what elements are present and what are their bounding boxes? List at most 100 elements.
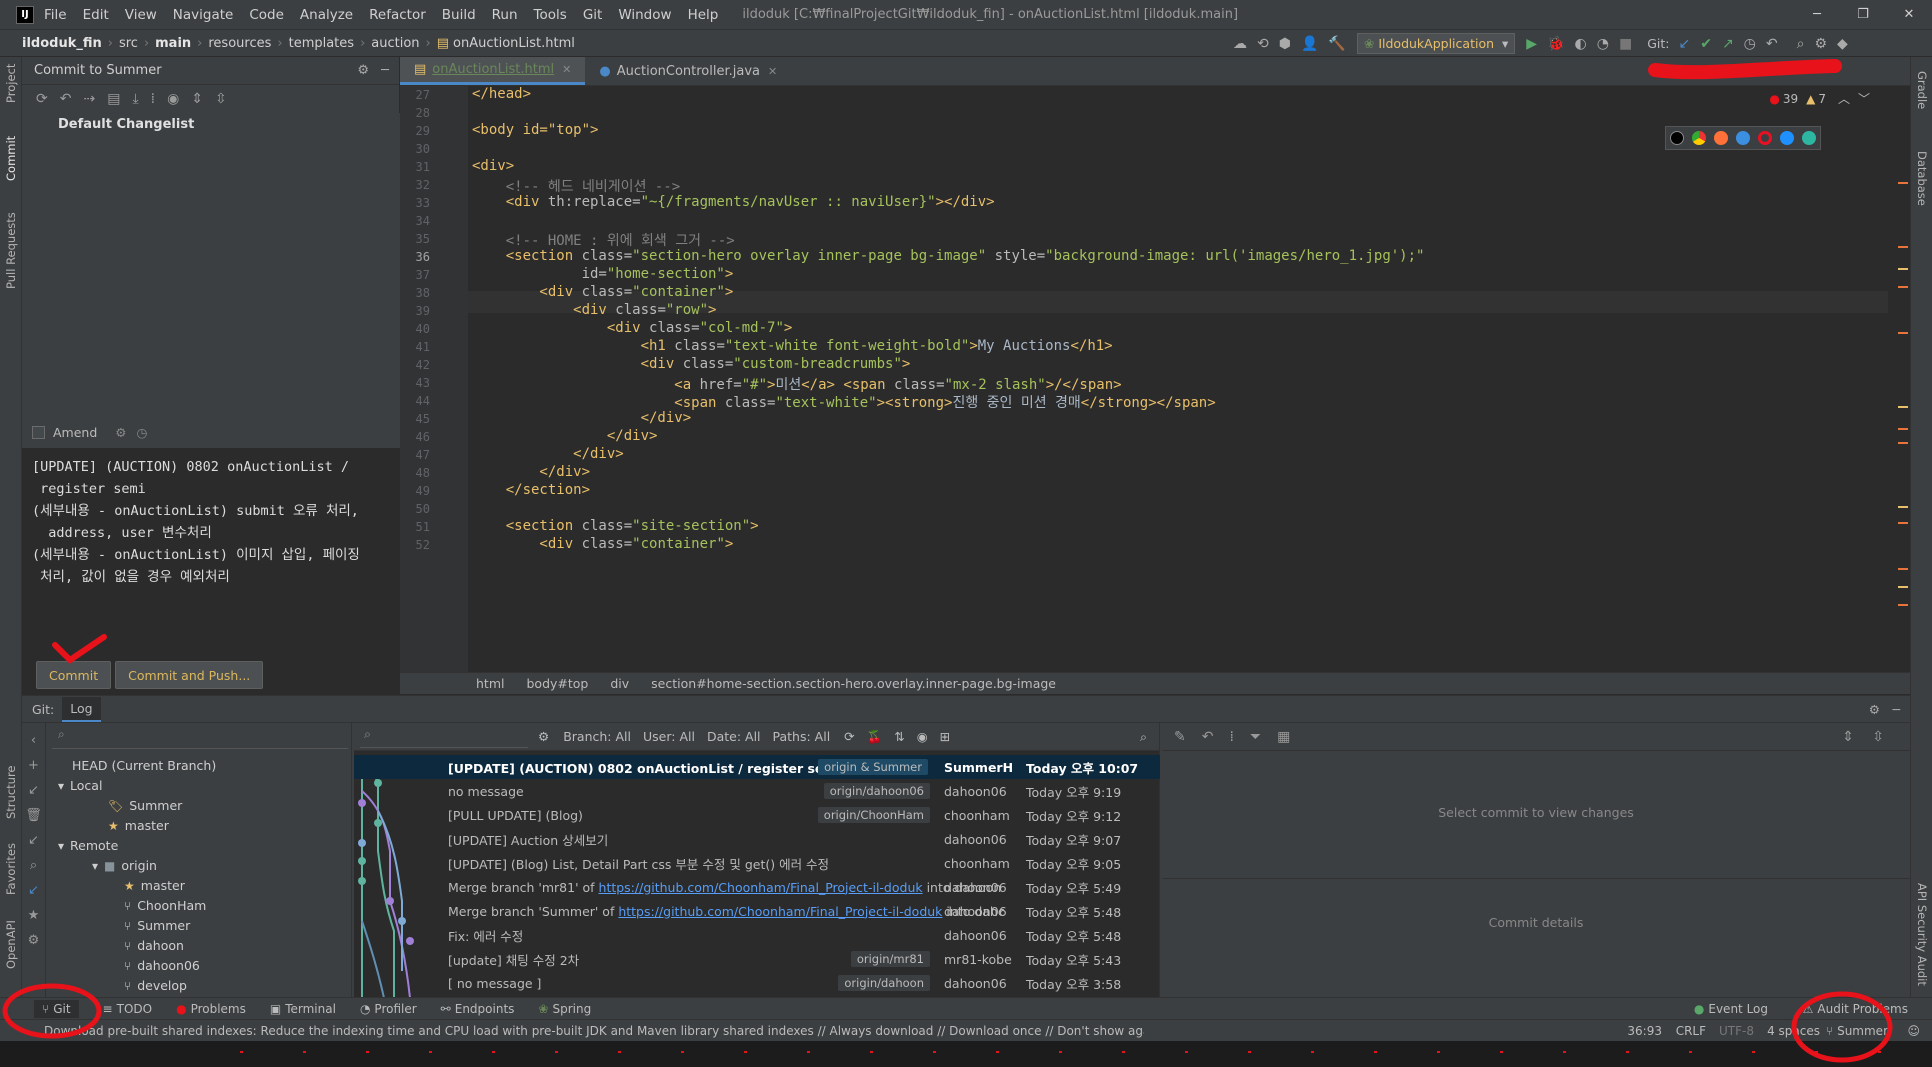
layout-icon[interactable]: ▦ [1277, 729, 1290, 745]
commit-icon[interactable]: ✔ [1700, 36, 1712, 52]
default-changelist[interactable]: Default Changelist [22, 113, 400, 132]
move-icon[interactable]: ⇢ [83, 91, 95, 107]
refresh-icon[interactable]: ⟳ [36, 91, 48, 107]
error-stripe-mark[interactable] [1898, 246, 1908, 248]
caret-position[interactable]: 36:93 [1627, 1024, 1662, 1038]
shelve-icon[interactable]: ⤓ [132, 91, 138, 107]
commit-row[interactable]: no message origin/dahoon06 dahoon06 Toda… [354, 779, 1160, 803]
error-stripe-mark[interactable] [1898, 182, 1908, 184]
menu-analyze[interactable]: Analyze [300, 7, 353, 23]
error-stripe[interactable] [1896, 86, 1910, 672]
clock-icon[interactable]: ◷ [137, 425, 148, 440]
menu-tools[interactable]: Tools [534, 7, 567, 23]
commit-row[interactable]: [UPDATE] Auction 상세보기 dahoon06 Today 오후 … [354, 827, 1160, 851]
gear-icon[interactable]: ⚙ [357, 63, 369, 78]
refresh-icon[interactable]: ⟳ [844, 729, 854, 744]
audit-problems-button[interactable]: ⚠ Audit Problems [1803, 1002, 1908, 1016]
date-filter[interactable]: Date: All [707, 729, 761, 744]
line-separator[interactable]: CRLF [1676, 1024, 1706, 1038]
repo-link[interactable]: https://github.com/Choonham/Final_Projec… [618, 904, 942, 919]
close-icon[interactable]: ✕ [768, 65, 777, 78]
ie-icon[interactable] [1780, 131, 1794, 145]
cherry-pick-icon[interactable]: 🍒 [867, 729, 883, 745]
amend-checkbox[interactable] [32, 426, 45, 439]
chevron-down-icon[interactable]: ﹀ [1858, 90, 1870, 107]
safari-icon[interactable] [1736, 131, 1750, 145]
debug-icon[interactable]: 🐞 [1547, 36, 1564, 52]
history-icon[interactable]: ◷ [1744, 36, 1756, 52]
open-new-tab-icon[interactable]: ⊞ [940, 729, 950, 744]
remote-branch-choonham[interactable]: ⑂ ChoonHam [124, 898, 206, 913]
profile-icon[interactable]: ◔ [1597, 36, 1609, 52]
commit-row[interactable]: [UPDATE] (AUCTION) 0802 onAuctionList / … [354, 755, 1160, 779]
remote-branch-master[interactable]: ★ master [124, 878, 185, 893]
run-config-select[interactable]: ❀ IldodukApplication ▾ [1356, 33, 1516, 54]
menu-run[interactable]: Run [492, 7, 518, 23]
error-stripe-mark[interactable] [1898, 428, 1908, 430]
indent-setting[interactable]: 4 spaces [1767, 1024, 1820, 1038]
project-tab[interactable]: Project [4, 64, 18, 103]
crumb-project[interactable]: ildoduk_fin [22, 36, 102, 51]
error-stripe-mark[interactable] [1898, 268, 1908, 270]
update-icon[interactable]: ↙ [22, 883, 45, 898]
commit-tab[interactable]: Commit [4, 136, 18, 181]
run-icon[interactable]: ▶ [1526, 36, 1537, 52]
profiler-toolwindow-button[interactable]: ◔ Profiler [360, 1002, 417, 1016]
user-filter[interactable]: User: All [643, 729, 695, 744]
delete-icon[interactable]: 🗑 [22, 808, 45, 823]
crumb-main[interactable]: main [155, 36, 191, 51]
commit-button[interactable]: Commit [36, 661, 112, 689]
crumb-resources[interactable]: resources [208, 36, 271, 51]
remote-branch-dahoon06[interactable]: ⑂ dahoon06 [124, 958, 200, 973]
intellij-browser-icon[interactable] [1670, 131, 1684, 145]
endpoints-toolwindow-button[interactable]: ⚯ Endpoints [441, 1002, 515, 1016]
error-stripe-mark[interactable] [1898, 604, 1908, 606]
commit-row[interactable]: Fix: 에러 수정 dahoon06 Today 오후 5:48 [354, 923, 1160, 947]
menu-refactor[interactable]: Refactor [369, 7, 426, 23]
menu-code[interactable]: Code [249, 7, 284, 23]
error-stripe-mark[interactable] [1898, 286, 1908, 288]
crumb-section[interactable]: section#home-section.section-hero.overla… [651, 676, 1056, 691]
menu-window[interactable]: Window [618, 7, 671, 23]
error-stripe-mark[interactable] [1898, 522, 1908, 524]
file-encoding[interactable]: UTF-8 [1719, 1024, 1754, 1038]
jetbrains-icon[interactable]: ◆ [1837, 36, 1848, 52]
local-branch-summer[interactable]: 🏷 Summer [108, 798, 182, 813]
paths-filter[interactable]: Paths: All [773, 729, 831, 744]
structure-tab[interactable]: Structure [4, 766, 18, 820]
group-by-icon[interactable]: ⁞ [151, 91, 155, 107]
edge-icon[interactable] [1802, 131, 1816, 145]
local-branch-master[interactable]: ★ master [108, 818, 169, 833]
chevron-left-icon[interactable]: ‹ [22, 733, 45, 748]
log-tab[interactable]: Log [62, 696, 101, 722]
chevron-up-icon[interactable]: ︿ [1838, 90, 1850, 107]
revert-icon[interactable]: ↶ [1202, 729, 1214, 745]
gear-icon[interactable]: ⚙ [1869, 702, 1880, 717]
crumb-body[interactable]: body#top [526, 676, 588, 691]
crumb-templates[interactable]: templates [289, 36, 354, 51]
remote-branch-develop[interactable]: ⑂ develop [124, 978, 187, 993]
event-log-button[interactable]: ● Event Log [1694, 1002, 1768, 1016]
rollback-icon[interactable]: ↶ [1766, 36, 1778, 52]
hammer-icon[interactable]: 🔨 [1328, 36, 1345, 52]
todo-toolwindow-button[interactable]: ≡ TODO [103, 1002, 153, 1016]
error-stripe-mark[interactable] [1898, 332, 1908, 334]
tab-auctioncontroller[interactable]: ● AuctionController.java ✕ [585, 57, 791, 85]
local-group[interactable]: ▾ Local [58, 778, 102, 793]
commit-row[interactable]: [ no message ] origin/dahoon dahoon06 To… [354, 971, 1160, 995]
origin-group[interactable]: ▾ ■ origin [92, 858, 157, 873]
star-icon[interactable]: ★ [22, 908, 45, 923]
stop-icon[interactable]: ■ [1619, 36, 1632, 52]
git-toolwindow-button[interactable]: ⑂ Git [34, 999, 79, 1018]
commit-row[interactable]: Merge branch 'Summer' of https://github.… [354, 899, 1160, 923]
person-icon[interactable]: 👤 [1301, 36, 1318, 52]
sort-icon[interactable]: ⇅ [894, 729, 904, 744]
crumb-src[interactable]: src [119, 36, 138, 51]
menu-navigate[interactable]: Navigate [173, 7, 234, 23]
group-by-icon[interactable]: ⁞ [1229, 729, 1233, 745]
inspection-widget[interactable]: ● 39 ▲ 7 ︿ ﹀ [1769, 90, 1870, 107]
branch-search-input[interactable]: ⌕ [52, 727, 348, 749]
commit-and-push-button[interactable]: Commit and Push... [115, 661, 264, 689]
gear-icon[interactable]: ⚙ [115, 425, 126, 440]
close-icon[interactable]: ✕ [562, 63, 571, 76]
